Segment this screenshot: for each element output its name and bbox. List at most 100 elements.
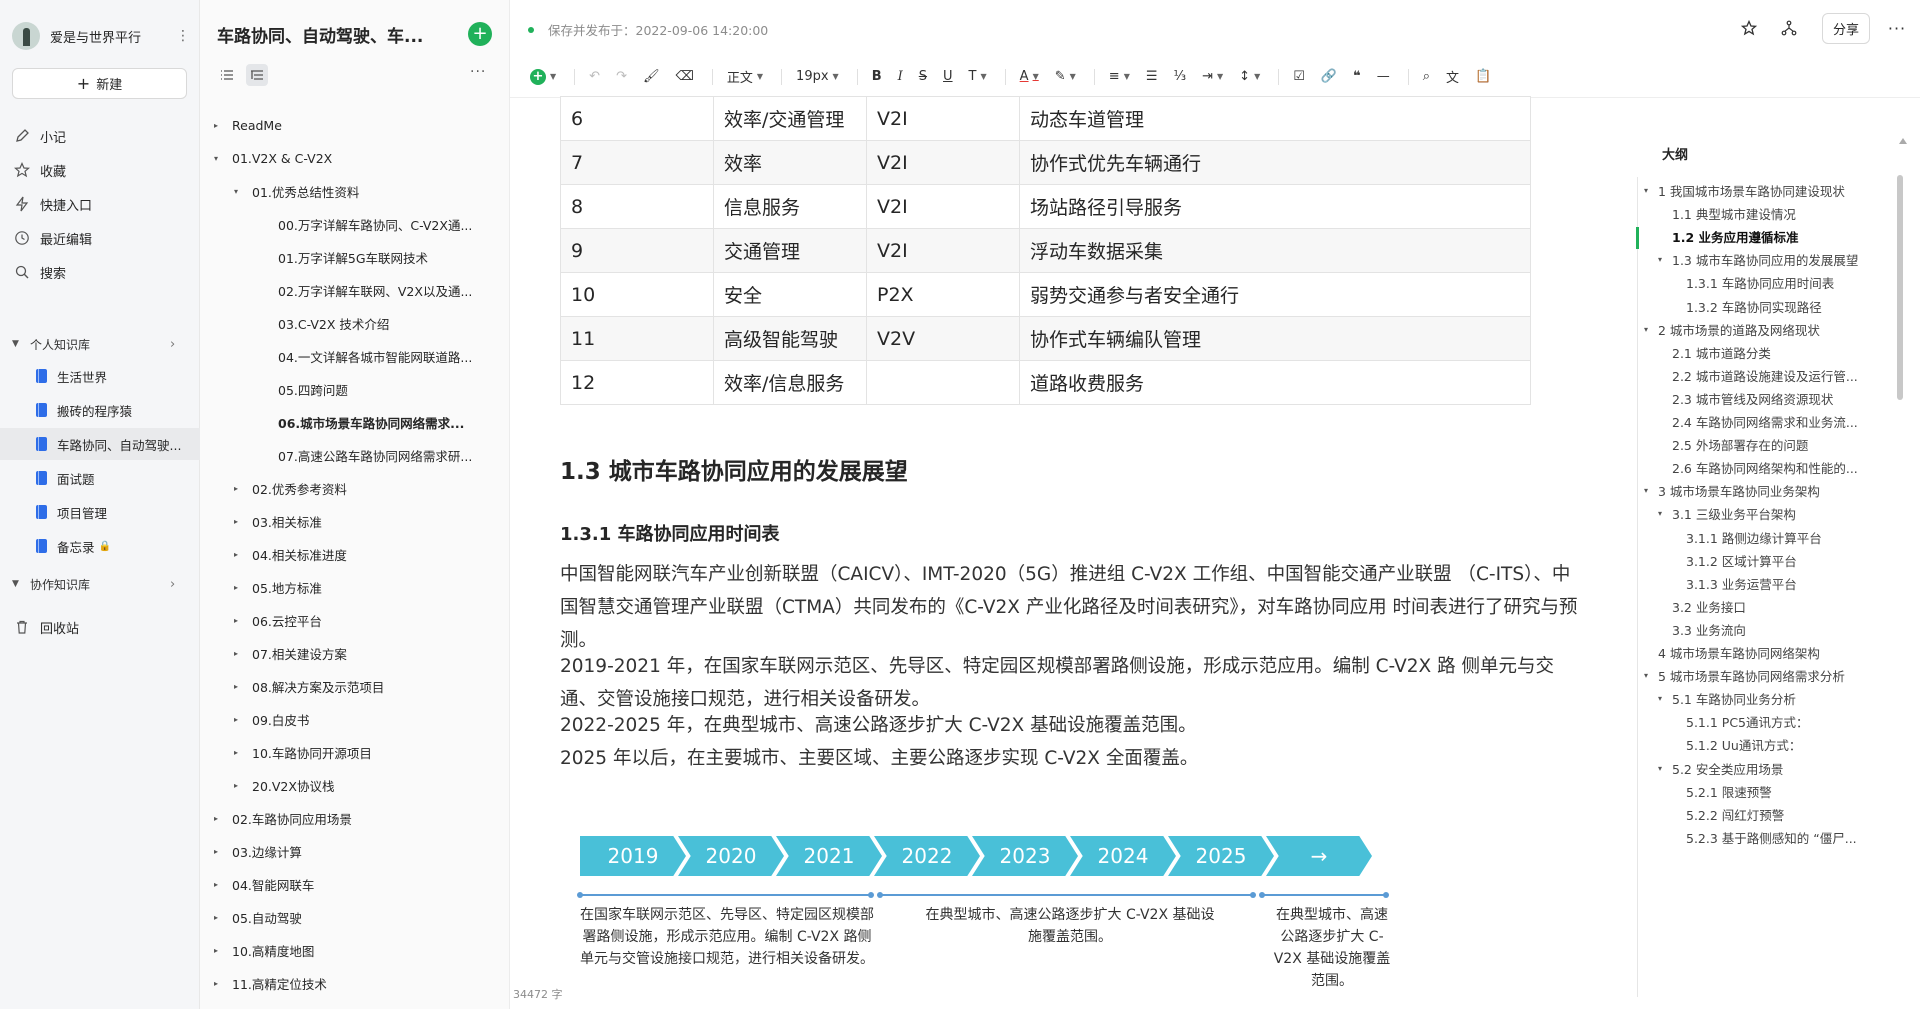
caret-right-icon[interactable]: ▸ [214, 913, 232, 922]
table-cell[interactable]: 信息服务 [713, 184, 867, 229]
outline-item[interactable]: 3.2 业务接口 [1672, 595, 1885, 618]
table-row[interactable]: 8 信息服务 V2I 场站路径引导服务 [560, 184, 1531, 229]
tree-item[interactable]: 05.四跨问题 [254, 374, 490, 404]
more-vertical-icon[interactable]: ⋮ [176, 28, 190, 44]
horizontal-rule-icon[interactable]: — [1371, 63, 1396, 91]
outline-item[interactable]: ▾ 5.1 车路协同业务分析 [1658, 687, 1885, 710]
outline-item[interactable]: 1.1 典型城市建设情况 [1672, 202, 1885, 225]
insert-button[interactable]: + ▼ [524, 63, 562, 91]
font-color-icon[interactable]: A ▼ [1014, 63, 1045, 91]
tree-item[interactable]: ▸ 10.车路协同开源项目 [234, 737, 490, 767]
tree-item[interactable]: 01.万字详解5G车联网技术 [254, 242, 490, 272]
structure-icon[interactable] [1772, 14, 1806, 42]
caret-down-icon[interactable]: ▾ [1644, 671, 1658, 680]
text-style-icon[interactable]: T ▼ [963, 63, 993, 91]
outline-item[interactable]: 1.3.2 车路协同实现路径 [1686, 295, 1885, 318]
table-cell[interactable]: 9 [560, 228, 714, 273]
tree-item[interactable]: 06.城市场景车路协同网络需求... [254, 407, 490, 437]
kb-item-active[interactable]: 车路协同、自动驾驶... [0, 428, 200, 460]
section-personal-kb[interactable]: ▼ 个人知识库 › [0, 330, 200, 358]
outline-item[interactable]: ▾ 2 城市场景的道路及网络现状 [1644, 318, 1885, 341]
outline-item[interactable]: 5.2.1 限速预警 [1686, 780, 1885, 803]
table-cell[interactable]: V2V [866, 316, 1020, 361]
table-cell[interactable]: 12 [560, 360, 714, 405]
task-list-icon[interactable]: ☑ [1287, 63, 1311, 91]
table-row[interactable]: 12 效率/信息服务 道路收费服务 [560, 360, 1531, 405]
kb-item[interactable]: 搬砖的程序猿 [0, 394, 200, 426]
table-cell[interactable]: 6 [560, 96, 714, 141]
caret-right-icon[interactable]: ▸ [214, 979, 232, 988]
caret-down-icon[interactable]: ▾ [1658, 509, 1672, 518]
format-painter-icon[interactable]: 🖌 [637, 63, 666, 91]
clipboard-icon[interactable]: 📋 [1469, 63, 1497, 91]
scenario-table[interactable]: 6 效率/交通管理 V2I 动态车道管理 7 效率 V2I 协作式优先车辆通行 8 信息服务 V2I… [560, 96, 1531, 405]
clear-format-icon[interactable]: ⌫ [669, 63, 699, 91]
caret-down-icon[interactable]: ▾ [1658, 764, 1672, 773]
caret-right-icon[interactable]: ▸ [234, 781, 252, 790]
tree-item[interactable]: ▸ 02.优秀参考资料 [234, 473, 490, 503]
table-cell[interactable]: 动态车道管理 [1019, 96, 1531, 141]
nav-search[interactable]: 搜索 [0, 257, 200, 287]
caret-down-icon[interactable]: ▾ [1658, 255, 1672, 264]
tree-item[interactable]: ▸ 02.车路协同应用场景 [214, 803, 490, 833]
outline-item[interactable]: 1.2 业务应用遵循标准 [1672, 225, 1885, 248]
align-icon[interactable]: ≡ ▼ [1103, 63, 1136, 91]
tree-item[interactable]: ▸ 20.V2X协议栈 [234, 770, 490, 800]
caret-down-icon[interactable]: ▾ [1644, 486, 1658, 495]
table-cell[interactable]: 场站路径引导服务 [1019, 184, 1531, 229]
tree-item[interactable]: ▸ 05.自动驾驶 [214, 902, 490, 932]
undo-icon[interactable]: ↶ [583, 63, 606, 91]
table-cell[interactable]: P2X [866, 272, 1020, 317]
share-button[interactable]: 分享 [1821, 12, 1870, 44]
table-cell[interactable]: V2I [866, 184, 1020, 229]
caret-right-icon[interactable]: ▸ [234, 484, 252, 493]
new-button[interactable]: + 新建 [12, 68, 187, 99]
tree-item[interactable]: ▸ 09.白皮书 [234, 704, 490, 734]
table-cell[interactable]: 高级智能驾驶 [713, 316, 867, 361]
table-row[interactable]: 10 安全 P2X 弱势交通参与者安全通行 [560, 272, 1531, 317]
outline-item[interactable]: 2.1 城市道路分类 [1672, 341, 1885, 364]
star-icon[interactable] [1732, 14, 1766, 42]
more-horizontal-icon[interactable]: ··· [470, 64, 486, 80]
outline-item[interactable]: 3.1.3 业务运营平台 [1686, 572, 1885, 595]
scroll-up-arrow[interactable] [1899, 138, 1907, 144]
section-collab-kb[interactable]: ▼ 协作知识库 › [0, 570, 200, 598]
outline-item[interactable]: 5.1.1 PC5通讯方式： [1686, 710, 1885, 733]
indent-icon[interactable]: ⇥ ▼ [1196, 63, 1229, 91]
caret-down-icon[interactable]: ▼ [12, 579, 30, 589]
add-doc-button[interactable]: + [468, 22, 492, 46]
table-cell[interactable]: 7 [560, 140, 714, 185]
caret-down-icon[interactable]: ▾ [1644, 186, 1658, 195]
table-cell[interactable]: 11 [560, 316, 714, 361]
tree-item[interactable]: ▸ 04.相关标准进度 [234, 539, 490, 569]
tree-item[interactable]: 03.C-V2X 技术介绍 [254, 308, 490, 338]
outline-item[interactable]: 1.3.1 车路协同应用时间表 [1686, 271, 1885, 294]
outline-item[interactable]: ▾ 5.2 安全类应用场景 [1658, 757, 1885, 780]
tree-item[interactable]: ▾ 01.优秀总结性资料 [234, 176, 490, 206]
table-cell[interactable]: 效率/交通管理 [713, 96, 867, 141]
table-row[interactable]: 6 效率/交通管理 V2I 动态车道管理 [560, 96, 1531, 141]
outline-item[interactable]: 2.5 外场部署存在的问题 [1672, 433, 1885, 456]
more-horizontal-icon[interactable]: ··· [1880, 14, 1914, 42]
tree-item[interactable]: 02.万字详解车联网、V2X以及通... [254, 275, 490, 305]
table-cell[interactable]: 安全 [713, 272, 867, 317]
highlight-icon[interactable]: ✎ ▼ [1049, 63, 1082, 91]
chevron-right-icon[interactable]: › [170, 337, 186, 352]
table-cell[interactable]: 效率/信息服务 [713, 360, 867, 405]
italic-icon[interactable]: I [892, 63, 909, 91]
table-cell[interactable]: 弱势交通参与者安全通行 [1019, 272, 1531, 317]
kb-item[interactable]: 生活世界 [0, 360, 200, 392]
table-cell[interactable]: V2I [866, 96, 1020, 141]
caret-right-icon[interactable]: ▸ [214, 880, 232, 889]
caret-right-icon[interactable]: ▸ [234, 649, 252, 658]
caret-right-icon[interactable]: ▸ [234, 550, 252, 559]
table-cell[interactable]: V2I [866, 140, 1020, 185]
nav-trash[interactable]: 回收站 [0, 612, 200, 642]
table-cell[interactable]: 10 [560, 272, 714, 317]
underline-icon[interactable]: U [937, 63, 959, 91]
outline-item[interactable]: 3.1.2 区域计算平台 [1686, 549, 1885, 572]
tree-item[interactable]: 00.万字详解车路协同、C-V2X通... [254, 209, 490, 239]
tree-item[interactable]: ▾ 01.V2X & C-V2X [214, 143, 490, 173]
kb-item[interactable]: 备忘录 🔒 [0, 530, 200, 562]
outline-item[interactable]: 2.2 城市道路设施建设及运行管... [1672, 364, 1885, 387]
